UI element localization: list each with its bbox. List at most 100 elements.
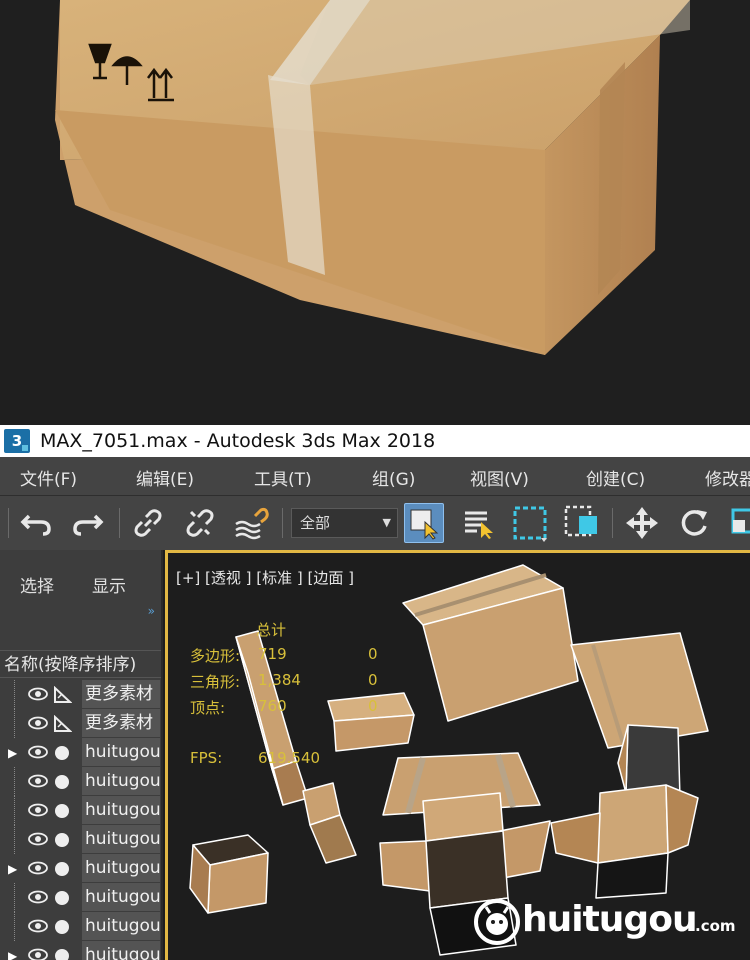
visibility-eye-icon[interactable] — [28, 803, 48, 817]
visibility-eye-icon[interactable] — [28, 832, 48, 846]
geometry-object-icon — [55, 833, 69, 847]
explorer-tabs: 选择 显示 » — [0, 550, 161, 618]
link-icon — [134, 509, 162, 537]
tree-line — [14, 796, 26, 825]
viewport-label[interactable]: [+] [透视 ] [标准 ] [边面 ] — [176, 567, 354, 588]
visibility-eye-icon[interactable] — [28, 861, 48, 875]
move-icon — [626, 507, 658, 539]
menu-edit[interactable]: 编辑(E) — [136, 465, 194, 490]
scene-box — [189, 834, 269, 914]
scene-box — [402, 564, 579, 722]
geometry-object-icon — [55, 775, 69, 789]
stats-header: 总计 — [256, 621, 287, 639]
list-item[interactable]: huitugou — [0, 767, 161, 796]
geometry-object-icon — [55, 920, 69, 934]
tree-line — [14, 883, 26, 912]
render-preview — [0, 0, 750, 425]
visibility-eye-icon[interactable] — [28, 774, 48, 788]
list-item[interactable]: 更多素材 — [0, 709, 161, 738]
visibility-eye-icon[interactable] — [28, 948, 48, 960]
unlink-icon — [186, 509, 214, 537]
visibility-eye-icon[interactable] — [28, 890, 48, 904]
undo-button[interactable] — [16, 503, 56, 543]
scale-button[interactable] — [724, 503, 750, 543]
watermark-logo-icon — [474, 899, 520, 945]
list-item[interactable]: 更多素材 — [0, 680, 161, 709]
tree-line — [14, 680, 26, 709]
rectangular-selection-icon — [513, 506, 547, 542]
visibility-eye-icon[interactable] — [28, 745, 48, 759]
menu-file[interactable]: 文件(F) — [20, 465, 77, 490]
rectangular-selection-button[interactable] — [510, 503, 550, 543]
list-item[interactable]: huitugou — [0, 796, 161, 825]
visibility-eye-icon[interactable] — [28, 716, 48, 730]
object-name: huitugou — [82, 738, 160, 766]
list-item[interactable]: huitugou — [0, 825, 161, 854]
watermark-text: huitugou — [522, 899, 698, 940]
geometry-object-icon — [55, 862, 69, 876]
redo-button[interactable] — [68, 503, 108, 543]
window-crossing-icon — [564, 505, 597, 537]
toolbar-separator — [612, 508, 613, 538]
column-header-name[interactable]: 名称(按降序排序) — [0, 650, 161, 678]
stats-triangles-label: 三角形: — [190, 673, 241, 691]
menu-create[interactable]: 创建(C) — [586, 465, 645, 490]
menu-modifiers[interactable]: 修改器 — [705, 465, 750, 490]
menu-bar: 文件(F) 编辑(E) 工具(T) 组(G) 视图(V) 创建(C) 修改器 — [0, 457, 750, 495]
menu-views[interactable]: 视图(V) — [470, 465, 529, 490]
rotate-button[interactable] — [674, 503, 714, 543]
selection-filter-dropdown[interactable]: 全部 ▼ — [291, 508, 398, 538]
tab-display[interactable]: 显示 — [92, 572, 126, 597]
expand-arrow-icon[interactable]: ▶ — [8, 746, 17, 760]
object-name: 更多素材 — [82, 680, 160, 708]
tab-select[interactable]: 选择 — [20, 572, 54, 597]
perspective-viewport[interactable]: [+] [透视 ] [标准 ] [边面 ] 总计 多边形: 719 0 三角形:… — [165, 550, 750, 960]
scene-box — [550, 784, 699, 899]
stats-vertices-label: 顶点: — [190, 699, 226, 717]
stats-vertices-selected: 0 — [368, 697, 378, 715]
more-options-icon[interactable]: » — [148, 604, 155, 618]
expand-arrow-icon[interactable]: ▶ — [8, 949, 17, 960]
bind-space-warp-button[interactable] — [232, 503, 272, 543]
stats-polygons-selected: 0 — [368, 645, 378, 663]
shape-object-icon — [54, 686, 72, 703]
object-name: huitugou — [82, 883, 160, 911]
window-title: MAX_7051.max - Autodesk 3ds Max 2018 — [40, 430, 436, 452]
object-name: huitugou — [82, 941, 160, 960]
object-name: huitugou — [82, 796, 160, 824]
watermark: huitugou .com — [468, 893, 750, 955]
undo-icon — [20, 514, 51, 536]
menu-group[interactable]: 组(G) — [372, 465, 415, 490]
rotate-icon — [681, 510, 707, 536]
visibility-eye-icon[interactable] — [28, 687, 48, 701]
menu-tools[interactable]: 工具(T) — [254, 465, 312, 490]
window-titlebar[interactable]: 3 MAX_7051.max - Autodesk 3ds Max 2018 — [0, 425, 750, 457]
object-name: huitugou — [82, 854, 160, 882]
stats-vertices-value: 760 — [258, 697, 287, 715]
tree-line — [14, 825, 26, 854]
geometry-object-icon — [55, 949, 69, 960]
redo-icon — [73, 514, 104, 536]
selection-filter-value: 全部 — [300, 514, 331, 532]
move-button[interactable] — [622, 503, 662, 543]
stats-triangles-value: 1,384 — [258, 671, 301, 689]
list-item[interactable]: ▶ huitugou — [0, 941, 161, 960]
object-name: huitugou — [82, 767, 160, 795]
list-item[interactable]: ▶ huitugou — [0, 854, 161, 883]
unlink-button[interactable] — [180, 503, 220, 543]
expand-arrow-icon[interactable]: ▶ — [8, 862, 17, 876]
list-item[interactable]: huitugou — [0, 883, 161, 912]
visibility-eye-icon[interactable] — [28, 919, 48, 933]
tree-line — [14, 912, 26, 941]
select-by-name-button[interactable] — [458, 503, 498, 543]
window-crossing-button[interactable] — [562, 503, 602, 543]
toolbar-separator — [282, 508, 283, 538]
stats-polygons-label: 多边形: — [190, 647, 241, 665]
watermark-suffix: .com — [695, 917, 736, 935]
select-object-button[interactable] — [404, 503, 444, 543]
select-by-name-icon — [465, 511, 493, 539]
list-item[interactable]: ▶ huitugou — [0, 738, 161, 767]
scene-box — [302, 782, 357, 864]
link-button[interactable] — [128, 503, 168, 543]
list-item[interactable]: huitugou — [0, 912, 161, 941]
